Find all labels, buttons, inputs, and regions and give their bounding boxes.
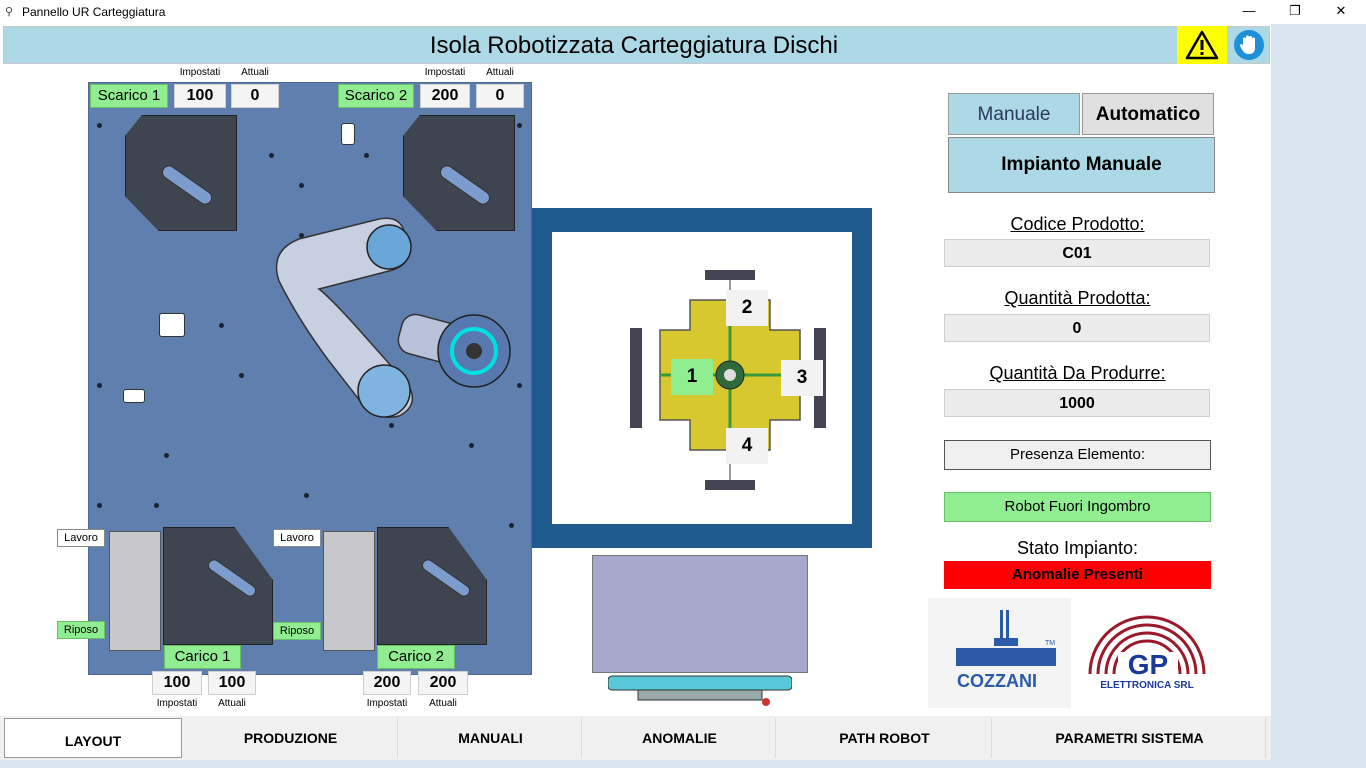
carico2-lavoro-label: Lavoro — [273, 529, 321, 547]
stato-impianto-label: Stato Impianto: — [1016, 538, 1139, 558]
title-bar: ⚲ Pannello UR Carteggiatura — ❐ ✕ — [0, 0, 1366, 24]
carico2-attuali-caption: Attuali — [429, 698, 457, 709]
carico2-impostati-caption: Impostati — [366, 698, 408, 709]
codice-prodotto-value[interactable]: C01 — [944, 239, 1210, 267]
carico1-riposo-label: Riposo — [57, 621, 105, 639]
stato-impianto-value: Anomalie Presenti — [944, 561, 1211, 589]
codice-prodotto-label: Codice Prodotto: — [1010, 214, 1145, 234]
carico2-attuali-value: 200 — [418, 671, 468, 695]
warning-button[interactable] — [1177, 26, 1227, 64]
warning-triangle-icon — [1185, 30, 1219, 60]
station-position-4: 4 — [726, 428, 768, 464]
sanding-machine — [592, 555, 808, 673]
carico1-lavoro-label: Lavoro — [57, 529, 105, 547]
carico1-attuali-caption: Attuali — [218, 698, 246, 709]
tab-layout[interactable]: LAYOUT — [4, 718, 182, 758]
carico2-impostati-value[interactable]: 200 — [363, 671, 411, 695]
scarico2-attuali-caption: Attuali — [486, 67, 514, 78]
scarico1-attuali-value: 0 — [231, 84, 279, 108]
quantita-prodotta-value: 0 — [944, 314, 1210, 342]
tab-parametri-sistema[interactable]: PARAMETRI SISTEMA — [994, 718, 1266, 758]
presenza-elemento-status: Presenza Elemento: — [944, 440, 1211, 470]
carico2-fixture — [377, 527, 487, 645]
carico1-fixture — [163, 527, 273, 645]
tab-automatico[interactable]: Automatico — [1082, 93, 1214, 135]
carico1-attuali-value: 100 — [208, 671, 256, 695]
scarico1-impostati-value[interactable]: 100 — [174, 84, 226, 108]
cozzani-logo-text: COZZANI — [957, 671, 1037, 691]
carico2-clamp — [323, 531, 375, 651]
minimize-button[interactable]: — — [1226, 0, 1272, 24]
station-position-3: 3 — [781, 360, 823, 396]
hand-stop-icon — [1234, 30, 1264, 60]
app-icon: ⚲ — [5, 6, 14, 18]
page-title: Isola Robotizzata Carteggiatura Dischi — [429, 32, 839, 59]
cozzani-logo-tm: TM — [1045, 640, 1056, 647]
header-bar: Isola Robotizzata Carteggiatura Dischi — [3, 26, 1270, 64]
gp-logo-text: ELETTRONICA SRL — [1100, 680, 1194, 691]
tab-anomalie[interactable]: ANOMALIE — [584, 718, 776, 758]
quantita-prodotta-label: Quantità Prodotta: — [1004, 288, 1151, 308]
carico2-riposo-label: Riposo — [273, 622, 321, 640]
side-background — [1271, 24, 1366, 760]
carico1-impostati-caption: Impostati — [156, 698, 198, 709]
carico1-clamp — [109, 531, 161, 651]
scarico1-fixture — [125, 115, 237, 231]
machine-base — [608, 675, 792, 706]
scarico1-attuali-caption: Attuali — [241, 67, 269, 78]
bottom-navigation: LAYOUT PRODUZIONE MANUALI ANOMALIE PATH … — [0, 716, 1271, 760]
robot-status: Robot Fuori Ingombro — [944, 492, 1211, 522]
carico1-label: Carico 1 — [164, 645, 241, 669]
tab-produzione[interactable]: PRODUZIONE — [184, 718, 398, 758]
layout-plate — [88, 82, 532, 675]
tab-manuale[interactable]: Manuale — [948, 93, 1080, 135]
scarico2-attuali-value: 0 — [476, 84, 524, 108]
tab-manuali[interactable]: MANUALI — [400, 718, 582, 758]
station-position-2: 2 — [726, 290, 768, 326]
cozzani-logo: COZZANI TM — [928, 598, 1071, 708]
restore-button[interactable]: ❐ — [1272, 0, 1318, 24]
window-title: Pannello UR Carteggiatura — [22, 5, 166, 19]
carico1-impostati-value[interactable]: 100 — [152, 671, 202, 695]
robot-arm — [275, 217, 511, 418]
scarico1-label: Scarico 1 — [90, 84, 168, 108]
scarico2-impostati-value[interactable]: 200 — [420, 84, 470, 108]
sanding-station-frame: 2 1 3 4 — [532, 208, 872, 548]
stop-button[interactable] — [1232, 30, 1266, 60]
station-position-1: 1 — [671, 359, 713, 395]
app-window: ⚲ Pannello UR Carteggiatura — ❐ ✕ Isola … — [0, 0, 1366, 768]
close-button[interactable]: ✕ — [1318, 0, 1364, 24]
gp-elettronica-logo: GP ELETTRONICA SRL — [1084, 612, 1210, 694]
cozzani-logo-mark — [956, 610, 1056, 666]
tab-path-robot[interactable]: PATH ROBOT — [778, 718, 992, 758]
mode-panel-title: Impianto Manuale — [948, 137, 1215, 193]
sanding-station-area: 2 1 3 4 — [552, 232, 852, 524]
quantita-da-produrre-value[interactable]: 1000 — [944, 389, 1210, 417]
carico2-label: Carico 2 — [377, 645, 455, 669]
quantita-da-produrre-label: Quantità Da Produrre: — [989, 363, 1166, 383]
scarico2-impostati-caption: Impostati — [424, 67, 466, 78]
scarico1-impostati-caption: Impostati — [179, 67, 221, 78]
gp-logo-letters: GP — [1118, 651, 1178, 679]
bottom-background — [0, 760, 1366, 768]
scarico2-label: Scarico 2 — [338, 84, 414, 108]
